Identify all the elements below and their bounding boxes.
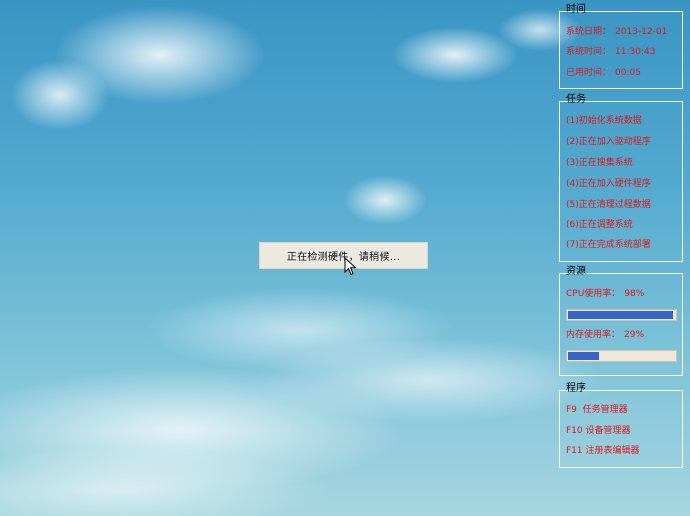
task-item: (4)正在加入硬件程序: [566, 179, 651, 189]
task-item: (5)正在清理过程数据: [566, 200, 651, 210]
system-date-row: 系统日期： 2013-12-01: [566, 27, 667, 38]
task-item: (7)正在完成系统部署: [566, 240, 651, 250]
programs-panel: 程序 F9 任务管理器 F10 设备管理器 F11 注册表编辑器: [559, 383, 683, 468]
memory-usage-value: 29%: [624, 330, 645, 340]
task-item: (3)正在搜集系统: [566, 158, 633, 168]
resources-panel-title: 资源: [566, 266, 586, 277]
resources-panel: 资源 CPU使用率： 98% 内存使用率： 29%: [559, 266, 683, 376]
elapsed-time-value: 00:05: [615, 68, 641, 78]
cpu-usage-value: 98%: [624, 289, 645, 299]
tasks-panel-title: 任务: [566, 94, 586, 105]
mouse-cursor-icon: [344, 257, 357, 276]
task-item: (1)初始化系统数据: [566, 116, 642, 126]
memory-usage-bar: [566, 350, 677, 362]
memory-usage-bar-fill: [568, 352, 600, 360]
programs-panel-title: 程序: [566, 383, 586, 394]
system-time-label: 系统时间：: [566, 47, 612, 57]
program-task-manager[interactable]: F9 任务管理器: [566, 405, 628, 416]
program-device-manager[interactable]: F10 设备管理器: [566, 426, 631, 437]
time-panel: 时间 系统日期： 2013-12-01 系统时间： 11:30:43 已用时间： 00…: [559, 4, 683, 89]
elapsed-time-label: 已用时间：: [566, 68, 612, 78]
system-date-value: 2013-12-01: [615, 27, 668, 37]
memory-usage-label: 内存使用率：: [566, 330, 621, 340]
system-time-row: 系统时间： 11:30:43: [566, 47, 655, 58]
system-time-value: 11:30:43: [615, 47, 656, 57]
program-registry-editor[interactable]: F11 注册表编辑器: [566, 446, 640, 457]
time-panel-title: 时间: [566, 4, 586, 15]
tasks-panel: 任务 (1)初始化系统数据 (2)正在加入驱动程序 (3)正在搜集系统 (4)正…: [559, 94, 683, 262]
cpu-usage-row: CPU使用率： 98%: [566, 289, 644, 300]
elapsed-time-row: 已用时间： 00:05: [566, 68, 641, 79]
memory-usage-row: 内存使用率： 29%: [566, 330, 644, 341]
cpu-usage-bar-fill: [568, 311, 673, 319]
cpu-usage-bar: [566, 309, 677, 321]
task-item: (6)正在调整系统: [566, 220, 633, 230]
task-item: (2)正在加入驱动程序: [566, 137, 651, 147]
system-date-label: 系统日期：: [566, 27, 612, 37]
cpu-usage-label: CPU使用率：: [566, 289, 621, 299]
